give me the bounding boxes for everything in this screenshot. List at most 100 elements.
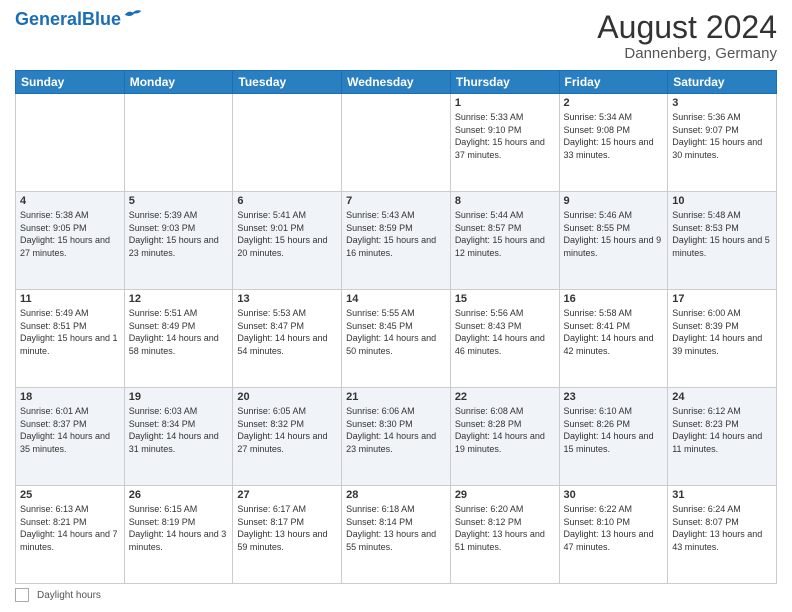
table-row: 8 Sunrise: 5:44 AMSunset: 8:57 PMDayligh… — [450, 192, 559, 290]
table-row: 23 Sunrise: 6:10 AMSunset: 8:26 PMDaylig… — [559, 388, 668, 486]
table-row — [342, 94, 451, 192]
day-info: Sunrise: 5:58 AMSunset: 8:41 PMDaylight:… — [564, 308, 654, 356]
day-number: 5 — [129, 195, 229, 207]
day-info: Sunrise: 6:03 AMSunset: 8:34 PMDaylight:… — [129, 406, 219, 454]
day-number: 30 — [564, 489, 664, 501]
table-row: 19 Sunrise: 6:03 AMSunset: 8:34 PMDaylig… — [124, 388, 233, 486]
day-info: Sunrise: 5:43 AMSunset: 8:59 PMDaylight:… — [346, 210, 436, 258]
day-info: Sunrise: 6:20 AMSunset: 8:12 PMDaylight:… — [455, 504, 545, 552]
day-number: 31 — [672, 489, 772, 501]
day-info: Sunrise: 6:17 AMSunset: 8:17 PMDaylight:… — [237, 504, 327, 552]
calendar-week-row: 25 Sunrise: 6:13 AMSunset: 8:21 PMDaylig… — [16, 486, 777, 584]
day-info: Sunrise: 6:06 AMSunset: 8:30 PMDaylight:… — [346, 406, 436, 454]
day-number: 15 — [455, 293, 555, 305]
calendar-header-row: Sunday Monday Tuesday Wednesday Thursday… — [16, 71, 777, 94]
day-info: Sunrise: 6:10 AMSunset: 8:26 PMDaylight:… — [564, 406, 654, 454]
day-number: 26 — [129, 489, 229, 501]
day-info: Sunrise: 5:51 AMSunset: 8:49 PMDaylight:… — [129, 308, 219, 356]
col-thursday: Thursday — [450, 71, 559, 94]
day-number: 28 — [346, 489, 446, 501]
day-info: Sunrise: 5:41 AMSunset: 9:01 PMDaylight:… — [237, 210, 327, 258]
col-friday: Friday — [559, 71, 668, 94]
legend-box — [15, 588, 29, 602]
day-number: 23 — [564, 391, 664, 403]
calendar-week-row: 1 Sunrise: 5:33 AMSunset: 9:10 PMDayligh… — [16, 94, 777, 192]
table-row: 5 Sunrise: 5:39 AMSunset: 9:03 PMDayligh… — [124, 192, 233, 290]
day-info: Sunrise: 6:15 AMSunset: 8:19 PMDaylight:… — [129, 504, 227, 552]
day-number: 29 — [455, 489, 555, 501]
table-row: 30 Sunrise: 6:22 AMSunset: 8:10 PMDaylig… — [559, 486, 668, 584]
day-info: Sunrise: 5:56 AMSunset: 8:43 PMDaylight:… — [455, 308, 545, 356]
table-row: 21 Sunrise: 6:06 AMSunset: 8:30 PMDaylig… — [342, 388, 451, 486]
day-number: 9 — [564, 195, 664, 207]
day-info: Sunrise: 5:49 AMSunset: 8:51 PMDaylight:… — [20, 308, 118, 356]
table-row: 16 Sunrise: 5:58 AMSunset: 8:41 PMDaylig… — [559, 290, 668, 388]
day-info: Sunrise: 6:01 AMSunset: 8:37 PMDaylight:… — [20, 406, 110, 454]
day-info: Sunrise: 5:33 AMSunset: 9:10 PMDaylight:… — [455, 112, 545, 160]
location: Dannenberg, Germany — [597, 45, 777, 62]
day-number: 8 — [455, 195, 555, 207]
col-monday: Monday — [124, 71, 233, 94]
table-row: 11 Sunrise: 5:49 AMSunset: 8:51 PMDaylig… — [16, 290, 125, 388]
header: GeneralBlue August 2024 Dannenberg, Germ… — [15, 10, 777, 62]
month-year: August 2024 — [597, 10, 777, 45]
day-number: 21 — [346, 391, 446, 403]
legend-label: Daylight hours — [37, 590, 101, 601]
day-number: 13 — [237, 293, 337, 305]
day-number: 7 — [346, 195, 446, 207]
table-row: 31 Sunrise: 6:24 AMSunset: 8:07 PMDaylig… — [668, 486, 777, 584]
table-row: 12 Sunrise: 5:51 AMSunset: 8:49 PMDaylig… — [124, 290, 233, 388]
day-number: 4 — [20, 195, 120, 207]
day-number: 6 — [237, 195, 337, 207]
day-info: Sunrise: 6:13 AMSunset: 8:21 PMDaylight:… — [20, 504, 118, 552]
day-info: Sunrise: 6:00 AMSunset: 8:39 PMDaylight:… — [672, 308, 762, 356]
day-number: 18 — [20, 391, 120, 403]
col-tuesday: Tuesday — [233, 71, 342, 94]
logo-general: General — [15, 9, 82, 29]
day-info: Sunrise: 6:12 AMSunset: 8:23 PMDaylight:… — [672, 406, 762, 454]
day-info: Sunrise: 5:38 AMSunset: 9:05 PMDaylight:… — [20, 210, 110, 258]
day-info: Sunrise: 5:48 AMSunset: 8:53 PMDaylight:… — [672, 210, 770, 258]
logo: GeneralBlue — [15, 10, 143, 28]
table-row: 9 Sunrise: 5:46 AMSunset: 8:55 PMDayligh… — [559, 192, 668, 290]
table-row — [124, 94, 233, 192]
day-info: Sunrise: 6:24 AMSunset: 8:07 PMDaylight:… — [672, 504, 762, 552]
day-info: Sunrise: 5:55 AMSunset: 8:45 PMDaylight:… — [346, 308, 436, 356]
day-info: Sunrise: 6:08 AMSunset: 8:28 PMDaylight:… — [455, 406, 545, 454]
day-number: 10 — [672, 195, 772, 207]
table-row: 20 Sunrise: 6:05 AMSunset: 8:32 PMDaylig… — [233, 388, 342, 486]
day-info: Sunrise: 6:05 AMSunset: 8:32 PMDaylight:… — [237, 406, 327, 454]
day-number: 3 — [672, 97, 772, 109]
table-row: 24 Sunrise: 6:12 AMSunset: 8:23 PMDaylig… — [668, 388, 777, 486]
day-number: 14 — [346, 293, 446, 305]
calendar-table: Sunday Monday Tuesday Wednesday Thursday… — [15, 70, 777, 584]
day-number: 25 — [20, 489, 120, 501]
table-row: 13 Sunrise: 5:53 AMSunset: 8:47 PMDaylig… — [233, 290, 342, 388]
day-number: 12 — [129, 293, 229, 305]
day-info: Sunrise: 5:34 AMSunset: 9:08 PMDaylight:… — [564, 112, 654, 160]
day-number: 2 — [564, 97, 664, 109]
table-row: 26 Sunrise: 6:15 AMSunset: 8:19 PMDaylig… — [124, 486, 233, 584]
day-number: 20 — [237, 391, 337, 403]
table-row: 25 Sunrise: 6:13 AMSunset: 8:21 PMDaylig… — [16, 486, 125, 584]
table-row: 14 Sunrise: 5:55 AMSunset: 8:45 PMDaylig… — [342, 290, 451, 388]
table-row: 17 Sunrise: 6:00 AMSunset: 8:39 PMDaylig… — [668, 290, 777, 388]
table-row: 10 Sunrise: 5:48 AMSunset: 8:53 PMDaylig… — [668, 192, 777, 290]
calendar-week-row: 4 Sunrise: 5:38 AMSunset: 9:05 PMDayligh… — [16, 192, 777, 290]
table-row — [233, 94, 342, 192]
table-row: 3 Sunrise: 5:36 AMSunset: 9:07 PMDayligh… — [668, 94, 777, 192]
day-number: 22 — [455, 391, 555, 403]
logo-text: GeneralBlue — [15, 10, 121, 28]
day-info: Sunrise: 5:44 AMSunset: 8:57 PMDaylight:… — [455, 210, 545, 258]
table-row: 7 Sunrise: 5:43 AMSunset: 8:59 PMDayligh… — [342, 192, 451, 290]
table-row: 4 Sunrise: 5:38 AMSunset: 9:05 PMDayligh… — [16, 192, 125, 290]
day-number: 24 — [672, 391, 772, 403]
logo-blue: Blue — [82, 9, 121, 29]
day-number: 17 — [672, 293, 772, 305]
table-row: 27 Sunrise: 6:17 AMSunset: 8:17 PMDaylig… — [233, 486, 342, 584]
page: GeneralBlue August 2024 Dannenberg, Germ… — [0, 0, 792, 612]
col-sunday: Sunday — [16, 71, 125, 94]
day-info: Sunrise: 5:36 AMSunset: 9:07 PMDaylight:… — [672, 112, 762, 160]
table-row: 29 Sunrise: 6:20 AMSunset: 8:12 PMDaylig… — [450, 486, 559, 584]
table-row: 6 Sunrise: 5:41 AMSunset: 9:01 PMDayligh… — [233, 192, 342, 290]
